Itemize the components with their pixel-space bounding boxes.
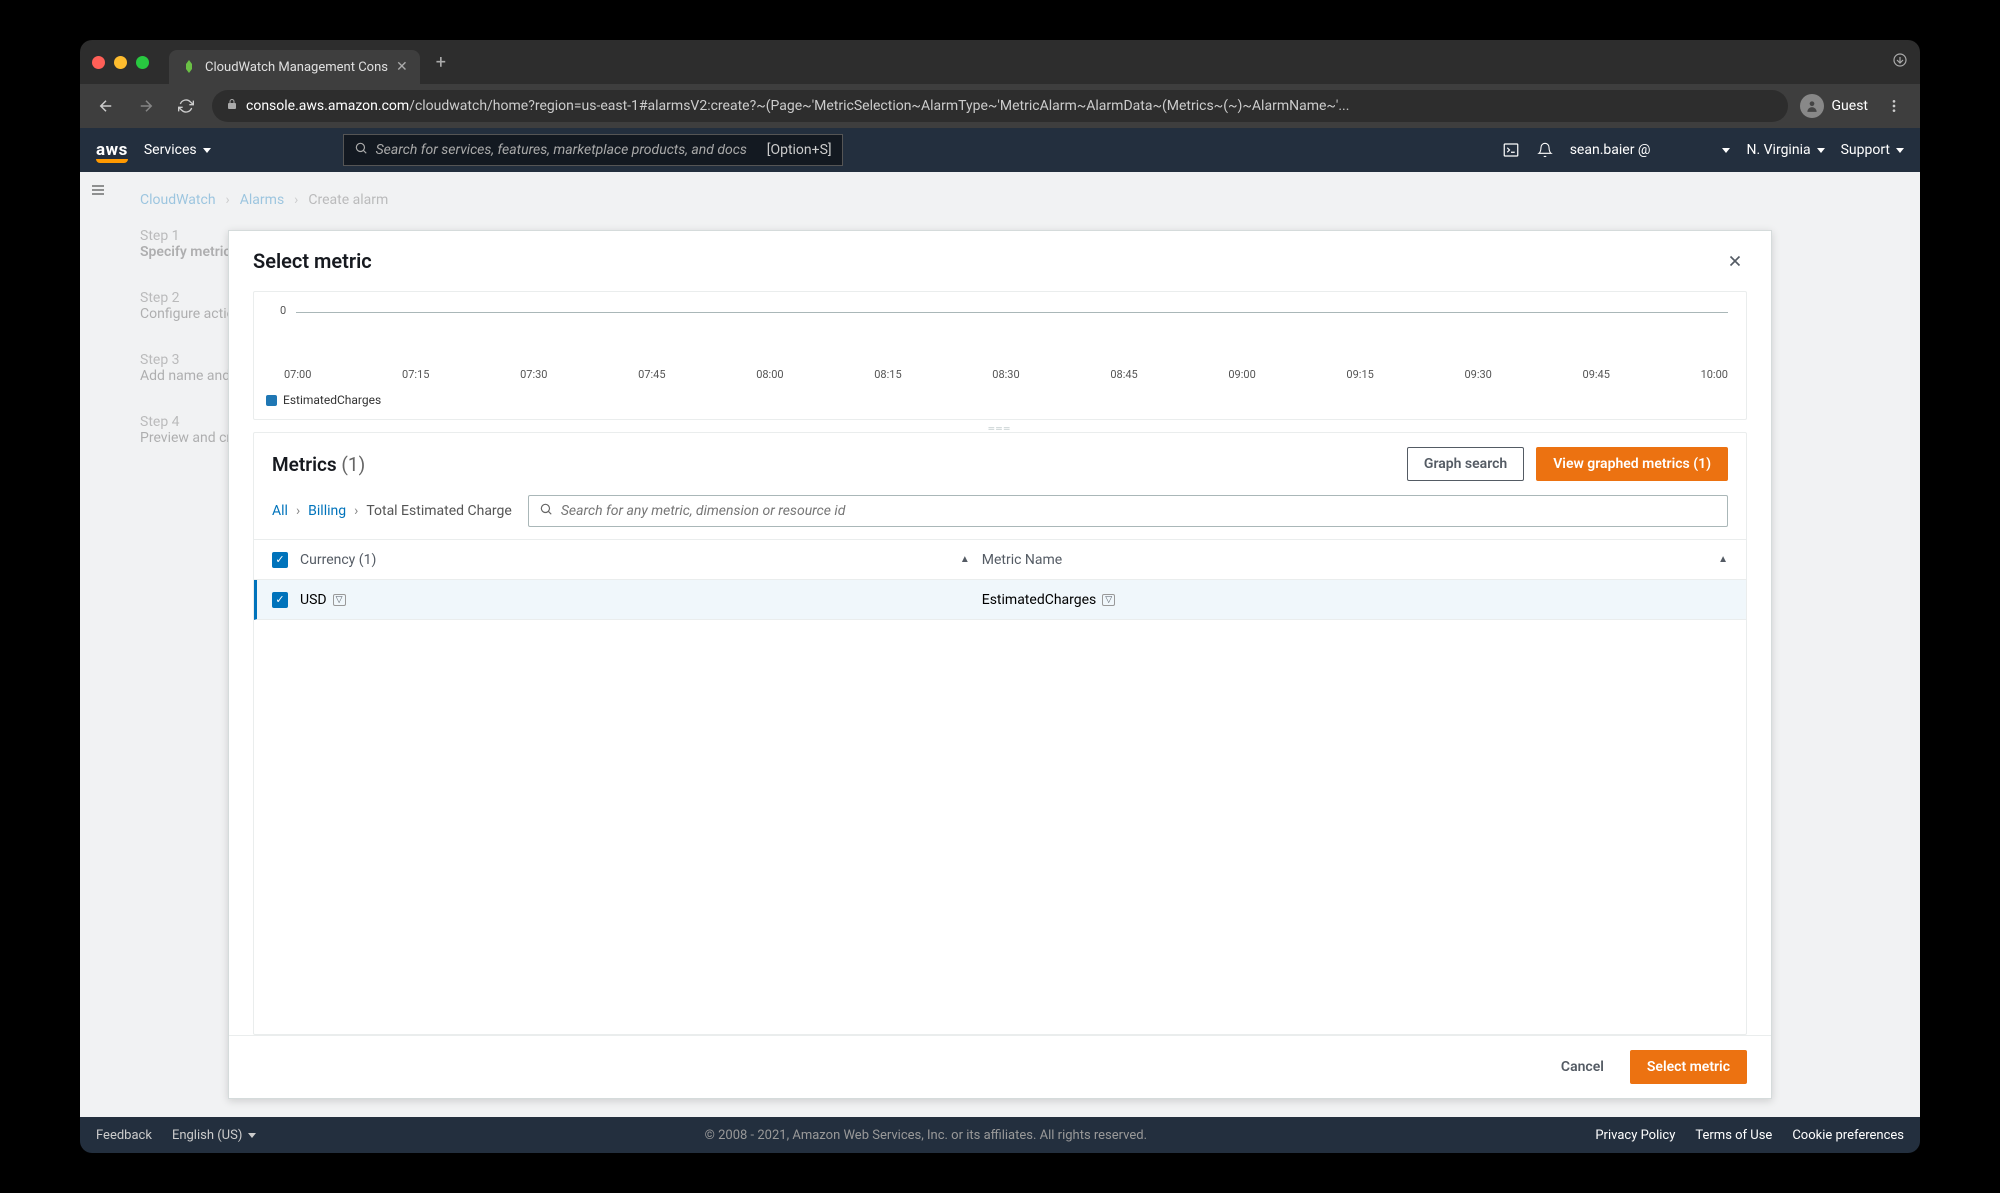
notifications-icon[interactable] (1536, 141, 1554, 159)
new-tab-button[interactable]: + (428, 52, 454, 73)
metrics-title: Metrics (1) (272, 453, 365, 476)
tab-overflow-icon[interactable] (1892, 52, 1908, 72)
metrics-panel: Metrics (1) Graph search View graphed me… (253, 432, 1747, 1035)
maximize-window-icon[interactable] (136, 56, 149, 69)
url-bar[interactable]: console.aws.amazon.com/cloudwatch/home?r… (212, 90, 1788, 122)
cloudwatch-favicon-icon (181, 59, 197, 75)
dropdown-icon[interactable]: ▽ (333, 594, 346, 606)
privacy-link[interactable]: Privacy Policy (1595, 1128, 1675, 1143)
aws-logo-icon[interactable]: aws (96, 140, 128, 160)
caret-down-icon (1722, 148, 1730, 153)
table-row[interactable]: ✓ USD ▽ EstimatedCharges ▽ (254, 580, 1746, 620)
search-shortcut: [Option+S] (767, 142, 832, 158)
cookies-link[interactable]: Cookie preferences (1792, 1128, 1904, 1143)
select-all-checkbox[interactable]: ✓ (272, 552, 288, 568)
search-icon (539, 502, 553, 520)
legend-label: EstimatedCharges (283, 393, 381, 407)
metrics-breadcrumb: All › Billing › Total Estimated Charge (254, 495, 1746, 539)
chart-area[interactable]: 0 (266, 302, 1734, 352)
caret-down-icon (203, 148, 211, 153)
caret-down-icon (1896, 148, 1904, 153)
page-body: CloudWatch › Alarms › Create alarm Step … (80, 172, 1920, 1117)
x-axis-line (296, 312, 1728, 313)
metrics-crumb-billing[interactable]: Billing (308, 503, 346, 519)
cloudshell-icon[interactable] (1502, 141, 1520, 159)
terms-link[interactable]: Terms of Use (1695, 1128, 1772, 1143)
table-header-row: ✓ Currency (1) ▲ Metric Name ▲ (254, 540, 1746, 580)
reload-button[interactable] (172, 92, 200, 120)
chevron-right-icon: › (296, 503, 300, 519)
sort-icon[interactable]: ▲ (1718, 554, 1728, 565)
sort-icon[interactable]: ▲ (960, 554, 970, 565)
url-text: console.aws.amazon.com/cloudwatch/home?r… (246, 98, 1349, 114)
select-metric-modal: Select metric 0 07:00 07:15 07:30 (228, 230, 1772, 1099)
browser-tab-strip: CloudWatch Management Cons ✕ + (80, 40, 1920, 84)
aws-header: aws Services Search for services, featur… (80, 128, 1920, 172)
close-window-icon[interactable] (92, 56, 105, 69)
cell-metric-name: EstimatedCharges (982, 592, 1097, 608)
profile-label: Guest (1832, 98, 1868, 114)
language-menu[interactable]: English (US) (172, 1128, 256, 1143)
metric-search[interactable] (528, 495, 1728, 527)
breadcrumb-item[interactable]: Alarms (240, 192, 284, 208)
metrics-table: ✓ Currency (1) ▲ Metric Name ▲ (254, 539, 1746, 620)
modal-footer: Cancel Select metric (229, 1035, 1771, 1098)
region-menu[interactable]: N. Virginia (1746, 142, 1824, 158)
modal-close-button[interactable] (1723, 249, 1747, 273)
support-menu[interactable]: Support (1841, 142, 1904, 158)
breadcrumb-item[interactable]: CloudWatch (140, 192, 216, 208)
column-metric-name[interactable]: Metric Name (982, 552, 1062, 568)
select-metric-button[interactable]: Select metric (1630, 1050, 1747, 1084)
resize-handle-icon[interactable]: ═══ (253, 424, 1747, 432)
legend-swatch-icon (266, 395, 277, 406)
window-controls (92, 56, 149, 69)
forward-button[interactable] (132, 92, 160, 120)
view-graphed-metrics-button[interactable]: View graphed metrics (1) (1536, 447, 1728, 481)
caret-down-icon (248, 1133, 256, 1138)
aws-footer: Feedback English (US) © 2008 - 2021, Ama… (80, 1117, 1920, 1153)
tab-close-icon[interactable]: ✕ (396, 59, 408, 75)
search-placeholder: Search for services, features, marketpla… (376, 142, 747, 158)
metrics-crumb-all[interactable]: All (272, 503, 288, 519)
chart-legend: EstimatedCharges (266, 393, 1734, 407)
graph-search-button[interactable]: Graph search (1407, 447, 1524, 481)
metrics-panel-header: Metrics (1) Graph search View graphed me… (254, 433, 1746, 495)
services-menu[interactable]: Services (144, 142, 211, 158)
chevron-right-icon: › (226, 192, 230, 208)
browser-tab[interactable]: CloudWatch Management Cons ✕ (169, 50, 420, 84)
back-button[interactable] (92, 92, 120, 120)
modal-title: Select metric (253, 249, 372, 273)
chart-panel: 0 07:00 07:15 07:30 07:45 08:00 08:15 08… (253, 291, 1747, 420)
cell-currency: USD (300, 592, 327, 608)
dropdown-icon[interactable]: ▽ (1102, 594, 1115, 606)
cancel-button[interactable]: Cancel (1545, 1050, 1620, 1084)
account-menu[interactable]: sean.baier @ (1570, 142, 1731, 158)
y-tick: 0 (280, 304, 286, 317)
feedback-link[interactable]: Feedback (96, 1128, 152, 1143)
guest-avatar-icon (1800, 94, 1824, 118)
browser-menu-icon[interactable] (1880, 92, 1908, 120)
chevron-right-icon: › (354, 503, 358, 519)
caret-down-icon (1817, 148, 1825, 153)
column-currency[interactable]: Currency (1) (300, 552, 376, 568)
breadcrumb: CloudWatch › Alarms › Create alarm (140, 192, 1880, 208)
minimize-window-icon[interactable] (114, 56, 127, 69)
breadcrumb-current: Create alarm (308, 192, 388, 208)
metrics-crumb-current: Total Estimated Charge (366, 503, 512, 519)
x-axis-ticks: 07:00 07:15 07:30 07:45 08:00 08:15 08:3… (266, 368, 1734, 381)
chevron-right-icon: › (294, 192, 298, 208)
metric-search-input[interactable] (561, 503, 1717, 519)
copyright: © 2008 - 2021, Amazon Web Services, Inc.… (276, 1128, 1575, 1143)
browser-nav-bar: console.aws.amazon.com/cloudwatch/home?r… (80, 84, 1920, 128)
lock-icon (226, 98, 238, 114)
search-icon (354, 141, 368, 159)
modal-header: Select metric (229, 231, 1771, 291)
tab-title: CloudWatch Management Cons (205, 60, 388, 75)
row-checkbox[interactable]: ✓ (272, 592, 288, 608)
profile-button[interactable]: Guest (1800, 94, 1868, 118)
global-search[interactable]: Search for services, features, marketpla… (343, 134, 843, 166)
